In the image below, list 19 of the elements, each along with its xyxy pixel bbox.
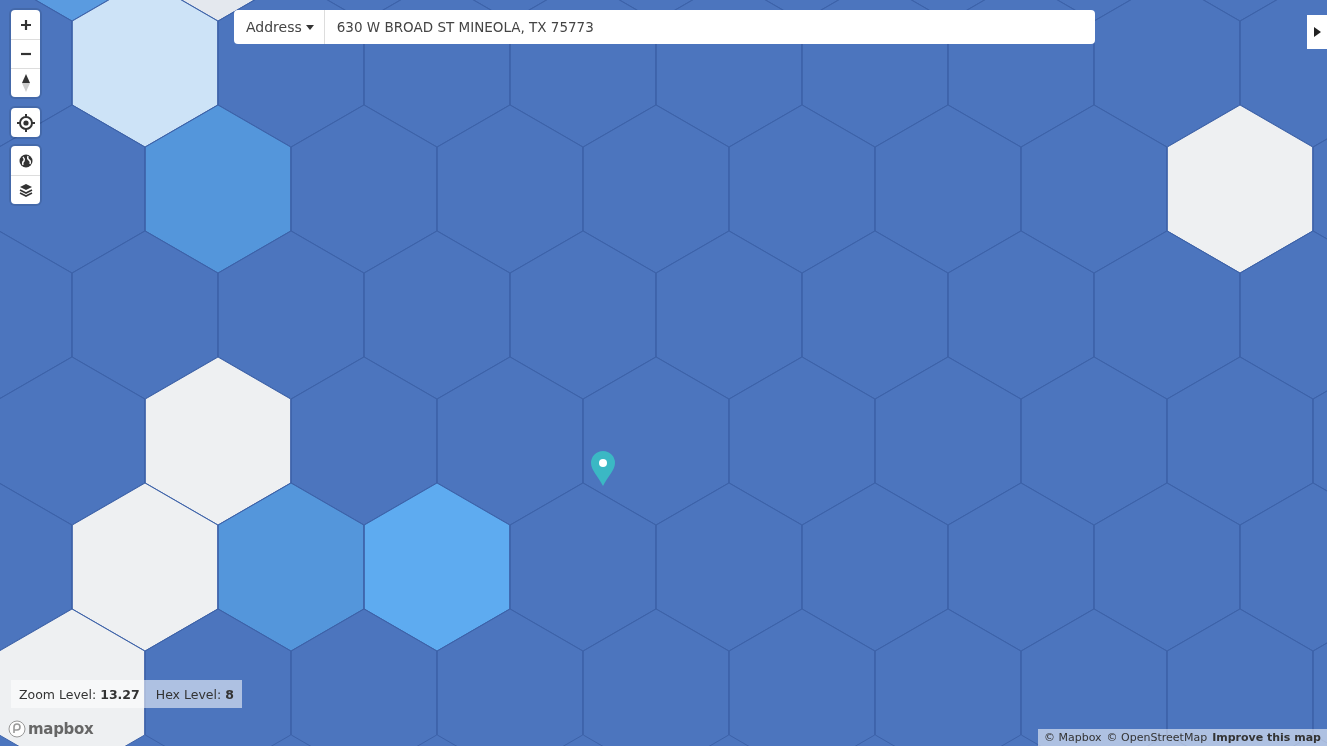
mapbox-logo-text: mapbox [28,720,94,738]
attribution-link[interactable]: © Mapbox [1044,731,1102,744]
caret-icon [305,24,314,30]
mapbox-logo-icon [8,720,26,738]
location-pin-icon[interactable] [591,451,615,486]
improve-map-link[interactable]: Improve this map [1212,731,1321,744]
address-input-field[interactable]: 630 W BROAD ST MINEOLA, TX 75773 [324,10,1095,44]
layers-icon [18,183,33,197]
zoom-level-text: Zoom Level: 13.27 [19,686,140,702]
attribution-link[interactable]: © OpenStreetMap [1106,731,1208,744]
locate-icon [16,113,35,132]
plus-icon [19,18,32,31]
panel-toggle-button[interactable] [1307,15,1327,49]
triangle-right-icon [1313,27,1321,37]
hex-level-text: Hex Level: 8 [155,686,234,702]
compass-icon [21,74,30,92]
globe-icon [18,153,33,168]
map-view[interactable]: Address 630 W BROAD ST MINEOLA, TX 75773 Zoom Level: 13.27 Hex Level: 8 mapbox © Mapbox © OpenStreetMap Improve this map [0,0,1327,746]
search-mode-dropdown[interactable]: Address [234,10,325,44]
